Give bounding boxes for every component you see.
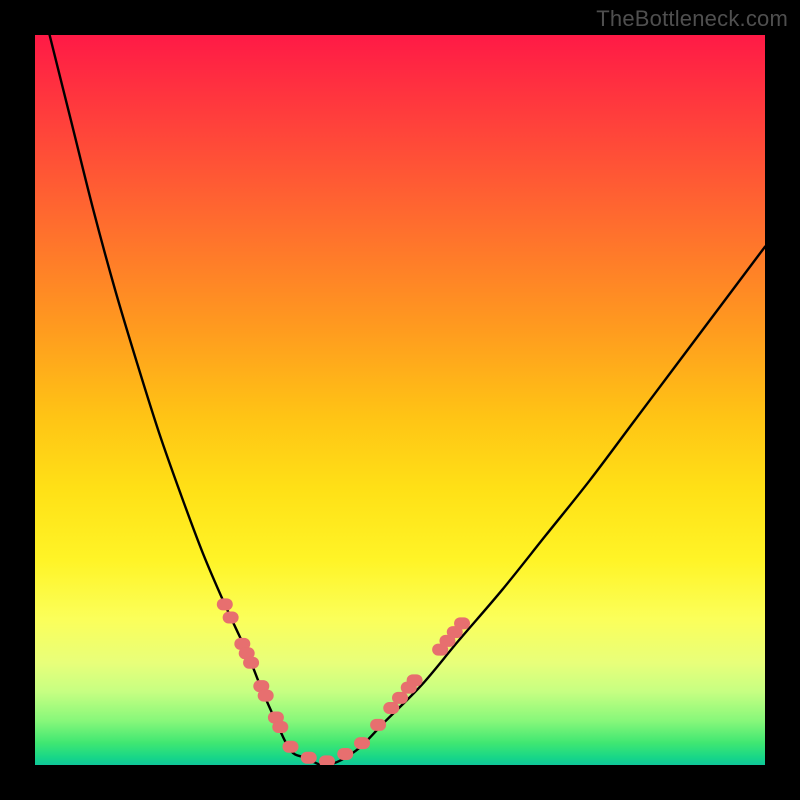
curve-marker (319, 755, 335, 765)
chart-stage: TheBottleneck.com (0, 0, 800, 800)
curve-marker (301, 752, 317, 764)
curve-marker (217, 598, 233, 610)
watermark-text: TheBottleneck.com (596, 6, 788, 32)
curve-marker (454, 617, 470, 629)
curve-marker (354, 737, 370, 749)
curve-marker (258, 690, 274, 702)
bottleneck-curve (50, 35, 765, 765)
curve-marker (370, 719, 386, 731)
curve-marker (223, 612, 239, 624)
curve-marker (243, 657, 259, 669)
plot-area (35, 35, 765, 765)
curve-marker (283, 741, 299, 753)
curve-marker (337, 748, 353, 760)
chart-svg (35, 35, 765, 765)
curve-markers (217, 598, 470, 765)
curve-marker (272, 721, 288, 733)
curve-marker (392, 692, 408, 704)
curve-marker (383, 702, 399, 714)
curve-marker (407, 674, 423, 686)
